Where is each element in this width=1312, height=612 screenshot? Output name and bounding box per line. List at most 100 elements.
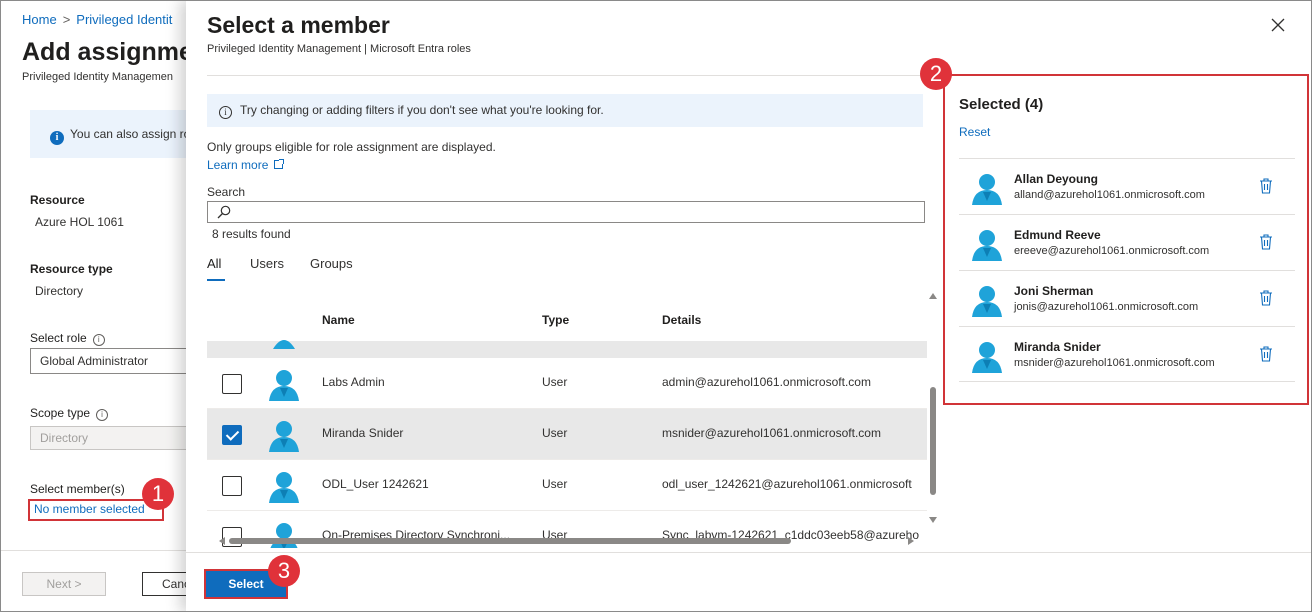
select-role-label-text: Select role xyxy=(30,331,87,345)
table-row[interactable]: ODL_User 1242621 User odl_user_1242621@a… xyxy=(207,460,927,511)
info-banner-text: You can also assign ro xyxy=(70,127,191,141)
scope-type-label: Scope type i xyxy=(30,406,109,421)
selected-item: Edmund Reeve ereeve@azurehol1061.onmicro… xyxy=(959,214,1295,270)
row-type: User xyxy=(542,375,568,389)
background-blade: Home > Privileged Identit Add assignmen Pr… xyxy=(0,0,200,612)
info-banner: i You can also assign ro xyxy=(30,110,200,158)
column-header-details[interactable]: Details xyxy=(662,313,701,327)
vertical-scrollbar[interactable] xyxy=(929,293,941,533)
search-input[interactable] xyxy=(207,201,925,223)
trash-icon[interactable] xyxy=(1259,346,1273,362)
selected-email: jonis@azurehol1061.onmicrosoft.com xyxy=(1014,301,1199,313)
callout-badge-2: 2 xyxy=(920,58,952,90)
scope-type-select: Directory xyxy=(30,426,200,450)
user-avatar-icon xyxy=(972,342,1002,373)
row-type: User xyxy=(542,477,568,491)
trash-icon[interactable] xyxy=(1259,178,1273,194)
scope-type-value: Directory xyxy=(40,431,89,445)
info-icon: i xyxy=(50,131,64,145)
role-select[interactable]: Global Administrator xyxy=(30,348,200,374)
tab-users[interactable]: Users xyxy=(250,256,284,271)
trash-icon[interactable] xyxy=(1259,290,1273,306)
callout-badge-3: 3 xyxy=(268,555,300,587)
learn-more-text: Learn more xyxy=(207,158,269,172)
search-icon xyxy=(217,205,231,219)
table-row-partial[interactable] xyxy=(207,340,927,358)
scroll-right-icon[interactable] xyxy=(908,537,914,545)
selected-name: Edmund Reeve xyxy=(1014,228,1101,242)
row-checkbox[interactable] xyxy=(222,374,242,394)
active-tab-indicator xyxy=(207,279,225,281)
role-select-value: Global Administrator xyxy=(40,354,149,368)
scroll-down-icon[interactable] xyxy=(929,517,937,523)
user-avatar-icon xyxy=(972,174,1002,205)
reset-link[interactable]: Reset xyxy=(959,125,990,139)
close-icon[interactable] xyxy=(1268,16,1288,36)
selected-item: Miranda Snider msnider@azurehol1061.onmi… xyxy=(959,326,1295,382)
help-icon[interactable]: i xyxy=(96,409,109,421)
results-count: 8 results found xyxy=(212,227,291,241)
selected-name: Miranda Snider xyxy=(1014,340,1101,354)
scope-type-label-text: Scope type xyxy=(30,406,91,420)
selected-title: Selected (4) xyxy=(959,96,1044,113)
next-button: Next > xyxy=(22,572,106,596)
member-table: Name Type Details Labs Admin User admin@… xyxy=(207,293,927,548)
selected-item: Joni Sherman jonis@azurehol1061.onmicros… xyxy=(959,270,1295,326)
row-name: Labs Admin xyxy=(322,375,385,389)
selected-email: alland@azurehol1061.onmicrosoft.com xyxy=(1014,189,1205,201)
divider xyxy=(207,75,924,76)
breadcrumb-pim[interactable]: Privileged Identit xyxy=(76,12,172,27)
help-icon[interactable]: i xyxy=(92,334,105,346)
trash-icon[interactable] xyxy=(1259,234,1273,250)
search-label: Search xyxy=(207,185,246,199)
tab-all[interactable]: All xyxy=(207,256,221,271)
user-avatar-icon xyxy=(269,472,299,503)
user-avatar-icon xyxy=(972,286,1002,317)
info-icon: i xyxy=(219,106,232,119)
scroll-left-icon[interactable] xyxy=(219,537,225,545)
column-header-name[interactable]: Name xyxy=(322,313,355,327)
select-role-label: Select role i xyxy=(30,331,105,346)
filter-tip-banner: i Try changing or adding filters if you d… xyxy=(207,94,923,127)
breadcrumb: Home > Privileged Identit xyxy=(22,12,172,27)
breadcrumb-home[interactable]: Home xyxy=(22,12,57,27)
resource-label: Resource xyxy=(30,193,85,207)
table-row-selected[interactable]: Miranda Snider User msnider@azurehol1061… xyxy=(207,409,927,460)
user-avatar-icon xyxy=(972,230,1002,261)
vertical-scroll-thumb[interactable] xyxy=(930,387,936,495)
horizontal-scrollbar[interactable] xyxy=(219,535,924,547)
scroll-up-icon[interactable] xyxy=(929,293,937,299)
selected-name: Joni Sherman xyxy=(1014,284,1094,298)
panel-footer-divider xyxy=(186,552,1312,553)
row-details: msnider@azurehol1061.onmicrosoft.com xyxy=(662,426,881,440)
learn-more-link[interactable]: Learn more xyxy=(207,158,285,172)
page-subtitle: Privileged Identity Managemen xyxy=(22,71,174,83)
selected-list: Allan Deyoung alland@azurehol1061.onmicr… xyxy=(959,158,1295,382)
row-checkbox-checked[interactable] xyxy=(222,425,242,445)
tab-groups[interactable]: Groups xyxy=(310,256,353,271)
panel-subtitle: Privileged Identity Management | Microso… xyxy=(207,43,471,55)
resource-value: Azure HOL 1061 xyxy=(35,215,124,229)
page-title: Add assignmen xyxy=(22,38,200,66)
selected-email: ereeve@azurehol1061.onmicrosoft.com xyxy=(1014,245,1210,257)
row-name: ODL_User 1242621 xyxy=(322,477,429,491)
callout-badge-1: 1 xyxy=(142,478,174,510)
eligible-note: Only groups eligible for role assignment… xyxy=(207,140,496,154)
external-link-icon xyxy=(274,159,285,169)
row-type: User xyxy=(542,426,568,440)
user-avatar-icon xyxy=(273,340,295,349)
resource-type-label: Resource type xyxy=(30,262,113,276)
panel-title: Select a member xyxy=(207,12,390,38)
row-checkbox[interactable] xyxy=(222,476,242,496)
row-name: Miranda Snider xyxy=(322,426,404,440)
horizontal-scroll-thumb[interactable] xyxy=(229,538,791,544)
breadcrumb-separator-icon: > xyxy=(62,12,71,27)
filter-tip-text: Try changing or adding filters if you do… xyxy=(240,103,604,117)
selected-email: msnider@azurehol1061.onmicrosoft.com xyxy=(1014,357,1215,369)
table-row[interactable]: Labs Admin User admin@azurehol1061.onmic… xyxy=(207,358,927,409)
column-header-type[interactable]: Type xyxy=(542,313,569,327)
select-members-label: Select member(s) xyxy=(30,482,125,496)
user-avatar-icon xyxy=(269,370,299,401)
selected-members-section: Selected (4) Reset Allan Deyoung alland@… xyxy=(943,74,1309,405)
user-avatar-icon xyxy=(269,421,299,452)
